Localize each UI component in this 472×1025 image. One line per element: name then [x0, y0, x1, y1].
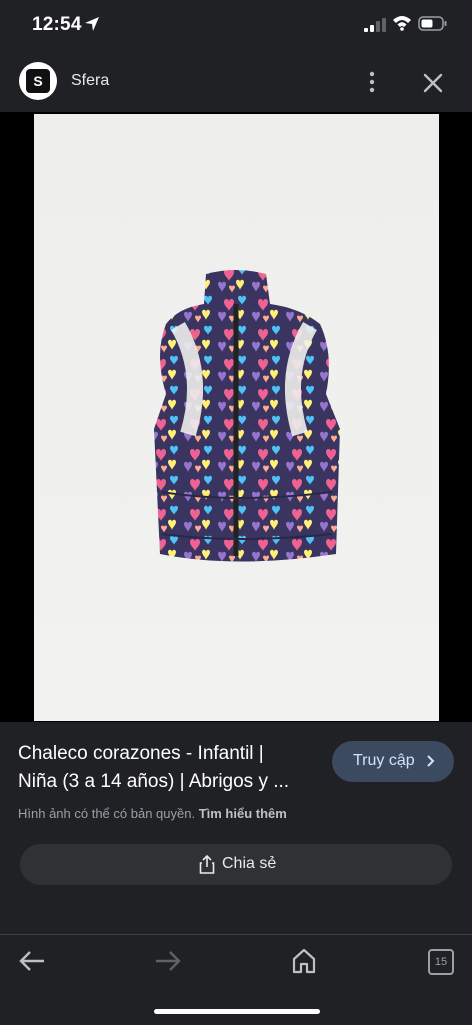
visit-button[interactable]: Truy cập — [332, 741, 454, 782]
close-icon[interactable] — [420, 70, 446, 96]
copyright-notice: Hình ảnh có thể có bản quyền. Tìm hiểu t… — [18, 806, 287, 821]
product-image[interactable] — [34, 114, 439, 721]
site-name[interactable]: Sfera — [71, 72, 109, 90]
visit-button-label: Truy cập — [353, 752, 415, 769]
home-icon[interactable] — [290, 947, 318, 975]
forward-arrow-icon[interactable] — [154, 949, 182, 973]
share-button[interactable]: Chia sẻ — [20, 844, 452, 885]
result-title-line-2: Niña (3 a 14 años) | Abrigos y ... — [18, 771, 290, 792]
image-viewer — [0, 112, 472, 722]
clock: 12:54 — [32, 14, 82, 35]
result-info-panel: Chaleco corazones - Infantil | Niña (3 a… — [0, 722, 472, 934]
share-icon — [199, 855, 215, 874]
browser-toolbar: 15 — [0, 934, 472, 1025]
lens-header: S Sfera — [0, 52, 472, 112]
vest-illustration — [154, 270, 340, 562]
home-indicator — [154, 1009, 320, 1014]
site-logo: S — [26, 69, 50, 93]
battery-icon — [418, 16, 447, 31]
copyright-text: Hình ảnh có thể có bản quyền. — [18, 806, 196, 821]
result-title[interactable]: Chaleco corazones - Infantil | Niña (3 a… — [18, 740, 318, 796]
chevron-right-icon — [427, 755, 435, 767]
location-arrow-icon — [85, 17, 99, 31]
status-bar: 12:54 — [0, 0, 472, 52]
back-arrow-icon[interactable] — [18, 949, 46, 973]
kebab-menu-icon[interactable] — [360, 70, 384, 94]
result-title-line-1: Chaleco corazones - Infantil | — [18, 743, 264, 764]
tabs-icon[interactable]: 15 — [428, 949, 454, 975]
share-button-label: Chia sẻ — [222, 855, 277, 872]
signal-icon — [364, 18, 386, 32]
wifi-icon — [393, 16, 411, 31]
learn-more-link[interactable]: Tìm hiểu thêm — [199, 806, 287, 821]
site-avatar[interactable]: S — [19, 62, 57, 100]
